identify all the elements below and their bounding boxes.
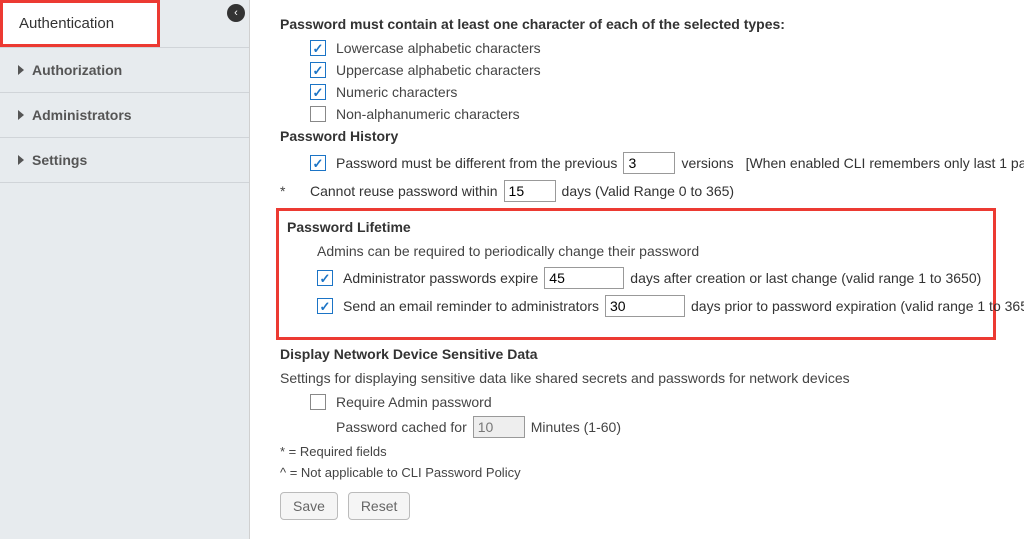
sidebar-collapse-button[interactable]: ‹ xyxy=(227,4,245,22)
checkbox-nonalpha[interactable] xyxy=(310,106,326,122)
section-title-sensitive: Display Network Device Sensitive Data xyxy=(280,346,1004,362)
save-button[interactable]: Save xyxy=(280,492,338,520)
button-row: Save Reset xyxy=(280,492,1004,520)
checkbox-uppercase[interactable] xyxy=(310,62,326,78)
section-title-lifetime: Password Lifetime xyxy=(287,219,985,235)
password-lifetime-highlight: Password Lifetime Admins can be required… xyxy=(276,208,996,340)
sidebar-item-authentication[interactable]: Authentication xyxy=(0,0,249,48)
checkbox-require-admin-pw[interactable] xyxy=(310,394,326,410)
required-asterisk: * xyxy=(280,183,304,199)
option-label-post: days prior to password expiration (valid… xyxy=(691,298,1024,314)
option-label: Send an email reminder to administrators xyxy=(343,298,599,314)
footnote-cli: ^ = Not applicable to CLI Password Polic… xyxy=(280,465,1004,480)
checkbox-expire[interactable] xyxy=(317,270,333,286)
option-uppercase: Uppercase alphabetic characters xyxy=(310,62,1004,78)
option-cached: Password cached for Minutes (1-60) xyxy=(310,416,1004,438)
option-label: Administrator passwords expire xyxy=(343,270,538,286)
footnote-required: * = Required fields xyxy=(280,444,1004,459)
sidebar-item-administrators[interactable]: Administrators xyxy=(0,93,249,138)
option-label-post: Minutes (1-60) xyxy=(531,419,621,435)
sidebar-item-authorization[interactable]: Authorization xyxy=(0,48,249,93)
checkbox-numeric[interactable] xyxy=(310,84,326,100)
chevron-left-icon: ‹ xyxy=(234,7,238,19)
caret-right-icon xyxy=(18,110,24,120)
option-label: Cannot reuse password within xyxy=(310,183,498,199)
sensitive-description: Settings for displaying sensitive data l… xyxy=(280,370,1004,386)
option-label-note: [When enabled CLI remembers only last 1 … xyxy=(746,155,1024,171)
reset-button[interactable]: Reset xyxy=(348,492,411,520)
input-expire-days[interactable] xyxy=(544,267,624,289)
sidebar-item-label: Authentication xyxy=(3,3,157,44)
sidebar-item-label: Authorization xyxy=(32,62,122,78)
checkbox-history-diff[interactable] xyxy=(310,155,326,171)
option-history-diff: Password must be different from the prev… xyxy=(310,152,1004,174)
caret-right-icon xyxy=(18,65,24,75)
content-panel: Password must contain at least one chara… xyxy=(250,0,1024,539)
sidebar-item-settings[interactable]: Settings xyxy=(0,138,249,183)
checkbox-lowercase[interactable] xyxy=(310,40,326,56)
option-label-post: days (Valid Range 0 to 365) xyxy=(562,183,735,199)
caret-right-icon xyxy=(18,155,24,165)
option-lowercase: Lowercase alphabetic characters xyxy=(310,40,1004,56)
option-require-admin-pw: Require Admin password xyxy=(310,394,1004,410)
input-history-versions[interactable] xyxy=(623,152,675,174)
option-label-post: versions xyxy=(681,155,733,171)
option-label: Uppercase alphabetic characters xyxy=(336,62,541,78)
sidebar-item-label: Settings xyxy=(32,152,87,168)
option-nonalpha: Non-alphanumeric characters xyxy=(310,106,1004,122)
authentication-highlight: Authentication xyxy=(0,0,160,47)
section-title-char-types: Password must contain at least one chara… xyxy=(280,16,1004,32)
lifetime-description: Admins can be required to periodically c… xyxy=(317,243,985,259)
sidebar-item-label: Administrators xyxy=(32,107,132,123)
option-reuse: * Cannot reuse password within days (Val… xyxy=(280,180,1004,202)
option-label: Password cached for xyxy=(336,419,467,435)
section-title-history: Password History xyxy=(280,128,1004,144)
option-remind: Send an email reminder to administrators… xyxy=(317,295,985,317)
option-label: Non-alphanumeric characters xyxy=(336,106,520,122)
option-label: Lowercase alphabetic characters xyxy=(336,40,541,56)
option-expire: Administrator passwords expire days afte… xyxy=(317,267,985,289)
input-cached-minutes xyxy=(473,416,525,438)
input-reuse-days[interactable] xyxy=(504,180,556,202)
option-label: Password must be different from the prev… xyxy=(336,155,617,171)
sidebar: ‹ Authentication Authorization Administr… xyxy=(0,0,250,539)
input-remind-days[interactable] xyxy=(605,295,685,317)
option-label: Require Admin password xyxy=(336,394,492,410)
option-label-post: days after creation or last change (vali… xyxy=(630,270,981,286)
option-label: Numeric characters xyxy=(336,84,457,100)
checkbox-remind[interactable] xyxy=(317,298,333,314)
option-numeric: Numeric characters xyxy=(310,84,1004,100)
app-root: ‹ Authentication Authorization Administr… xyxy=(0,0,1024,539)
